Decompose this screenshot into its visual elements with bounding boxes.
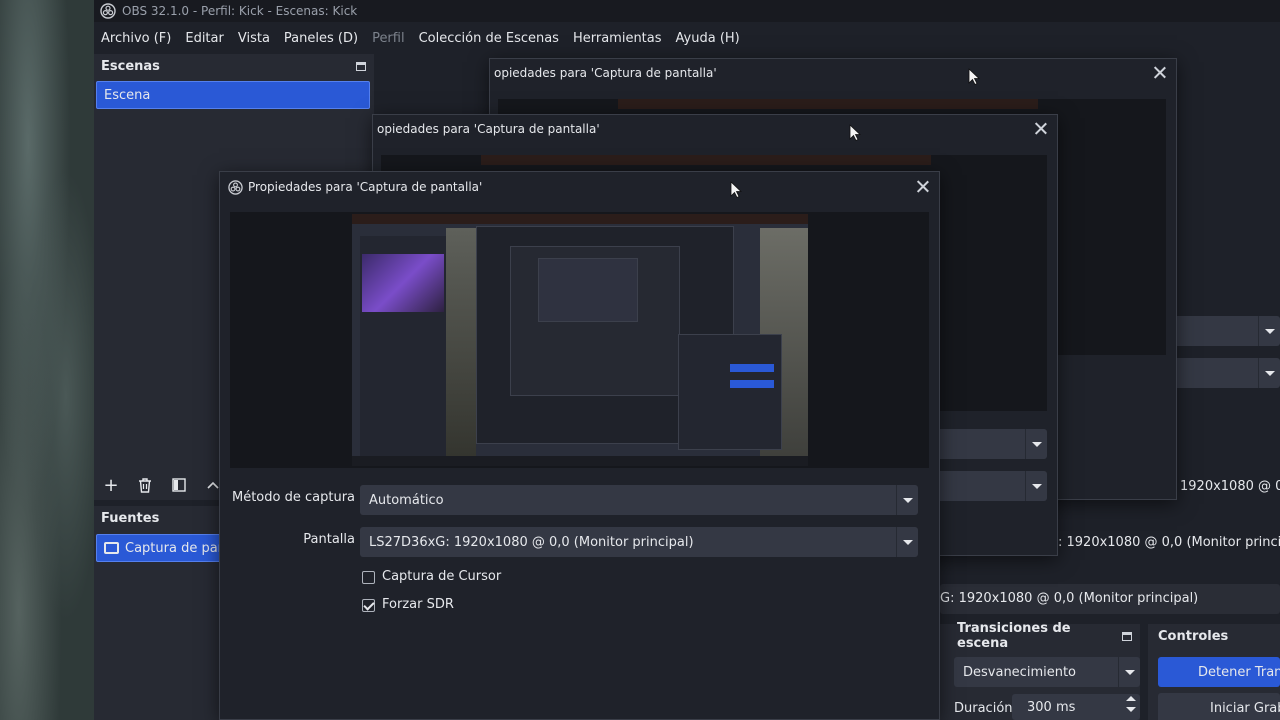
dialog-back-title-bar: opiedades para 'Captura de pantalla' xyxy=(490,59,1176,87)
scene-transitions-dock: Transiciones de escena Desvanecimiento D… xyxy=(940,621,1140,720)
stop-streaming-label: Detener Transmisión xyxy=(1198,664,1280,680)
dropdown-arrow-icon xyxy=(1258,316,1280,346)
decrease-icon[interactable] xyxy=(1126,707,1136,712)
menu-paneles[interactable]: Paneles (D) xyxy=(277,31,365,46)
controls-dock-header: Controles xyxy=(1148,624,1280,648)
properties-dialog: Propiedades para 'Captura de pantalla' M… xyxy=(219,171,940,720)
capture-method-value: Automático xyxy=(369,492,444,508)
sources-dock-title: Fuentes xyxy=(101,510,160,526)
duration-stepper[interactable] xyxy=(1126,696,1136,712)
duration-value: 300 ms xyxy=(1027,699,1076,715)
background-display-text-2: : 1920x1080 @ 0,0 (Monitor principal) xyxy=(1058,535,1280,550)
scenes-dock-header: Escenas xyxy=(94,54,374,78)
transitions-dock-header: Transiciones de escena xyxy=(940,621,1140,651)
display-select[interactable]: LS27D36xG: 1920x1080 @ 0,0 (Monitor prin… xyxy=(360,527,918,557)
dialog-back-title: opiedades para 'Captura de pantalla' xyxy=(494,66,717,80)
background-display-text-1: 1920x1080 @ 0,0 xyxy=(1180,479,1280,494)
obs-logo-icon xyxy=(228,179,243,195)
menu-coleccion-escenas[interactable]: Colección de Escenas xyxy=(412,31,566,46)
dialog-middle-select-1[interactable] xyxy=(933,429,1047,459)
mouse-cursor-icon xyxy=(968,68,980,86)
desktop-wallpaper xyxy=(0,0,94,720)
undock-icon[interactable] xyxy=(356,61,366,71)
display-value: LS27D36xG: 1920x1080 @ 0,0 (Monitor prin… xyxy=(369,534,694,550)
duration-label: Duración xyxy=(954,701,1013,716)
dropdown-arrow-icon xyxy=(1118,657,1140,687)
start-recording-button[interactable]: Iniciar Grabación xyxy=(1158,693,1280,720)
dropdown-arrow-icon xyxy=(896,485,918,515)
title-bar: OBS 32.1.0 - Perfil: Kick - Escenas: Kic… xyxy=(94,0,1280,22)
background-display-text-3: G: 1920x1080 @ 0,0 (Monitor principal) xyxy=(940,591,1199,606)
close-icon[interactable] xyxy=(915,179,931,195)
close-icon[interactable] xyxy=(1033,121,1049,137)
dialog-middle-select-2[interactable] xyxy=(933,471,1047,501)
remove-scene-icon[interactable] xyxy=(134,474,156,496)
close-icon[interactable] xyxy=(1152,65,1168,81)
menu-bar: Archivo (F) Editar Vista Paneles (D) Per… xyxy=(94,22,1280,54)
scene-item-label: Escena xyxy=(104,87,151,103)
dropdown-arrow-icon xyxy=(1258,358,1280,388)
controls-dock: Controles Detener Transmisión Iniciar Gr… xyxy=(1148,624,1280,720)
menu-herramientas[interactable]: Herramientas xyxy=(566,31,669,46)
dropdown-arrow-icon xyxy=(1025,429,1047,459)
capture-cursor-label: Captura de Cursor xyxy=(382,569,502,584)
add-scene-icon[interactable]: + xyxy=(100,474,122,496)
transition-select[interactable]: Desvanecimiento xyxy=(954,657,1140,687)
display-label: Pantalla xyxy=(303,532,355,547)
undock-icon[interactable] xyxy=(1122,631,1132,641)
dialog-title-bar: Propiedades para 'Captura de pantalla' xyxy=(220,172,939,202)
menu-ayuda[interactable]: Ayuda (H) xyxy=(669,31,747,46)
source-preview xyxy=(230,212,929,468)
monitor-icon xyxy=(104,542,119,554)
dropdown-arrow-icon xyxy=(1025,471,1047,501)
obs-logo-icon xyxy=(100,3,116,19)
increase-icon[interactable] xyxy=(1126,696,1136,701)
menu-vista[interactable]: Vista xyxy=(231,31,277,46)
menu-archivo[interactable]: Archivo (F) xyxy=(94,31,178,46)
mouse-cursor-icon xyxy=(849,124,861,142)
capture-method-select[interactable]: Automático xyxy=(360,485,918,515)
capture-cursor-checkbox[interactable] xyxy=(362,571,375,584)
controls-dock-title: Controles xyxy=(1158,628,1229,644)
stop-streaming-button[interactable]: Detener Transmisión xyxy=(1158,657,1280,687)
dropdown-arrow-icon xyxy=(896,527,918,557)
duration-spinbox[interactable]: 300 ms xyxy=(1012,694,1140,720)
scene-filters-icon[interactable] xyxy=(168,474,190,496)
scenes-dock-title: Escenas xyxy=(101,58,160,74)
force-sdr-label: Forzar SDR xyxy=(382,597,454,612)
dialog-title: Propiedades para 'Captura de pantalla' xyxy=(248,180,483,194)
transitions-dock-title: Transiciones de escena xyxy=(957,621,1071,651)
capture-method-label: Método de captura xyxy=(232,490,355,505)
mouse-cursor-icon xyxy=(730,181,742,199)
dialog-middle-title-bar: opiedades para 'Captura de pantalla' xyxy=(373,115,1057,143)
dialog-middle-title: opiedades para 'Captura de pantalla' xyxy=(377,122,600,136)
menu-perfil[interactable]: Perfil xyxy=(365,31,412,46)
scene-list-item[interactable]: Escena xyxy=(96,81,370,109)
menu-editar[interactable]: Editar xyxy=(178,31,231,46)
start-recording-label: Iniciar Grabación xyxy=(1210,700,1280,716)
window-title: OBS 32.1.0 - Perfil: Kick - Escenas: Kic… xyxy=(122,4,358,18)
force-sdr-checkbox[interactable] xyxy=(362,599,375,612)
captured-screen-thumbnail xyxy=(352,214,808,466)
transition-select-value: Desvanecimiento xyxy=(963,664,1077,680)
